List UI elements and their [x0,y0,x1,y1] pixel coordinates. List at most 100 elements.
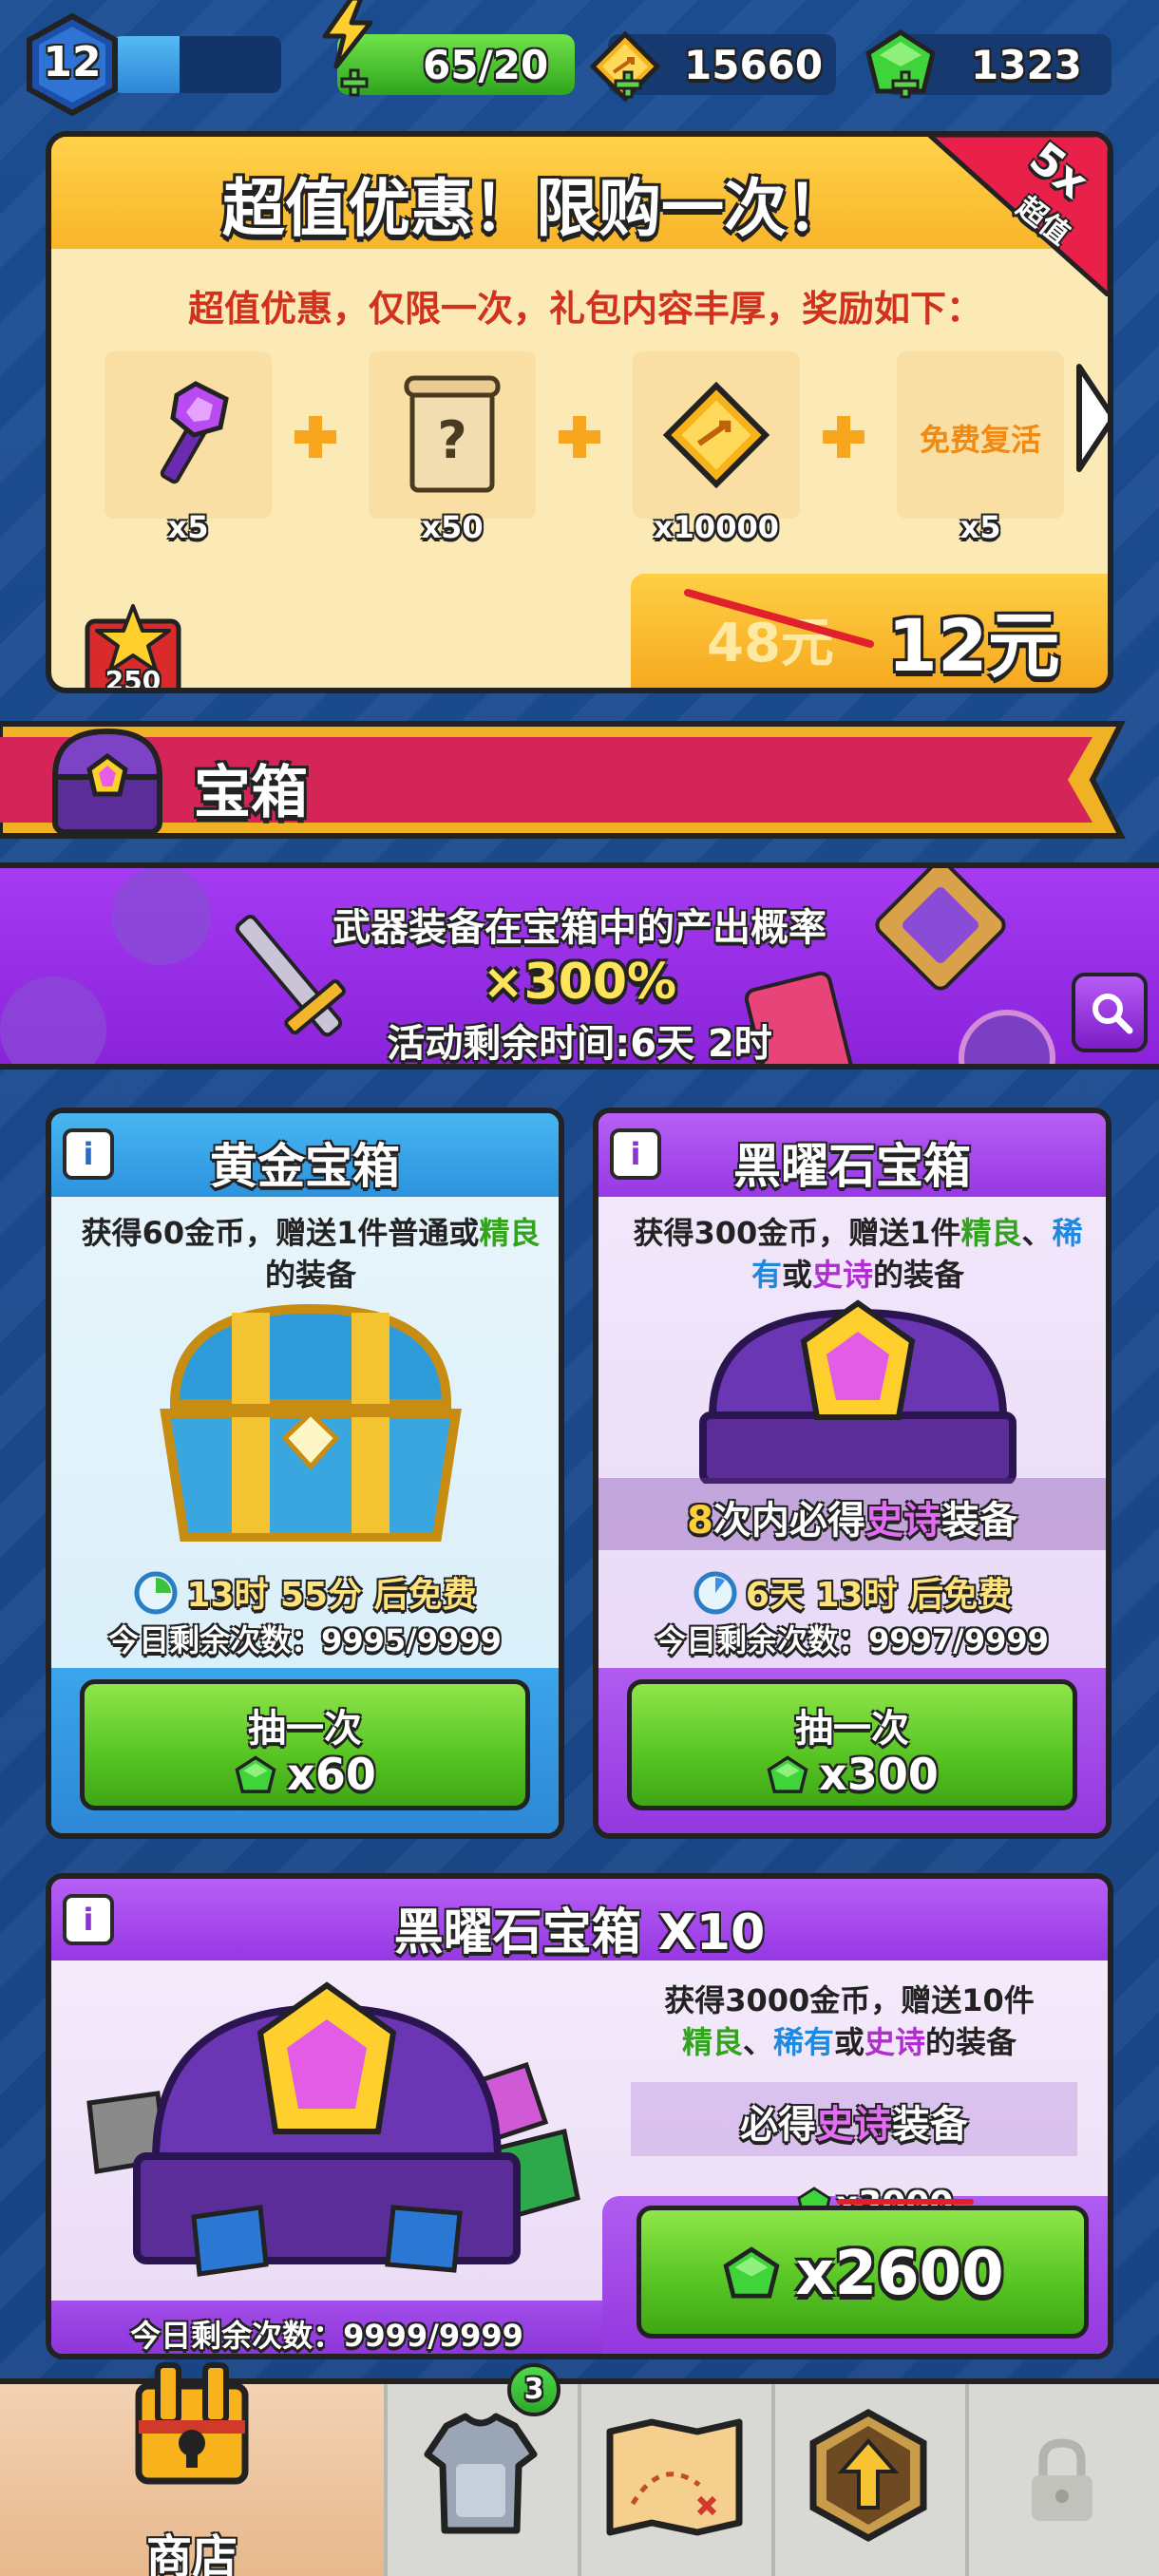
obsidian-chest-open-button[interactable]: 抽一次 x300 [627,1679,1077,1810]
obsidian-chest-timer: 6天 13时 后免费 [598,1567,1106,1617]
green-gem-icon [235,1755,276,1793]
offer-item-scroll[interactable]: ? [369,351,536,519]
offer-item-qty: x10000 [654,509,779,545]
promo-title: 武器装备在宝箱中的产出概率 [332,906,826,950]
xp-progress-bar [112,36,281,93]
armor-equipment-icon [424,2413,538,2534]
obsidian-chest-price: x300 [632,1749,1073,1800]
gold-chest-card[interactable]: i 黄金宝箱 获得60金币，赠送1件普通或精良的装备 13时 55分 后免费 今… [46,1108,564,1839]
gem-value: 1323 [971,42,1082,88]
equipment-notification-badge: 3 [507,2363,560,2416]
desc-text: 的装备 [873,1257,965,1293]
obsidian-chest-title: 黑曜石宝箱 [733,1139,971,1194]
badge-count: 3 [523,2373,544,2406]
promo-multiplier: ×300% [482,954,677,1011]
desc-text: 的装备 [264,1257,356,1293]
guarantee-end: 装备 [940,1499,1017,1543]
chest-section-header [0,721,1126,839]
energy-value: 65/20 [423,42,549,88]
coin-token-icon [662,381,770,489]
desc-text: 、 [742,2024,773,2060]
gold-chest-open-button[interactable]: 抽一次 x60 [80,1679,530,1810]
desc-text: 获得60金币，赠送1件普通或 [81,1215,480,1251]
xp-progress-fill [112,36,180,93]
lightning-energy-icon [322,0,373,69]
gold-chest-daily-count: 今日剩余次数：9995/9999 [108,1622,502,1658]
clock-icon [694,1571,737,1615]
offer-new-price: 12元 [887,603,1060,688]
guarantee-start: 必得 [740,2103,816,2147]
treasure-map-icon [606,2418,743,2536]
offer-description: 超值优惠，仅限一次，礼包内容丰厚，奖励如下： [187,288,982,330]
offer-item-key[interactable] [104,351,272,519]
quality-fine: 精良 [681,2024,743,2060]
free-revive-label: 免费复活 [919,422,1041,458]
coin-value: 15660 [684,42,824,88]
player-level: 12 [43,38,102,86]
offer-item-qty: x50 [421,509,484,545]
plus-sign-icon [294,416,336,458]
obsidian-chest-description: 获得300金币，赠送1件精良、稀有或史诗的装备 [621,1212,1094,1296]
strikethrough-line [684,589,874,648]
gold-chest-icon [160,1303,462,1542]
upgrade-arrow-icon [809,2409,927,2542]
desc-text: 获得300金币，赠送1件 [633,1215,961,1251]
timer-text: 13时 55分 后免费 [186,1576,477,1615]
obsidian-x10-price: x2600 [641,2239,1084,2309]
plus-sign-icon [559,416,600,458]
desc-text: 或 [834,2024,865,2060]
obsidian-x10-card[interactable]: i 黑曜石宝箱 X10 获得3000金币，赠送10件 精良、稀有或史诗的装备 必… [46,1873,1113,2359]
timer-text: 6天 13时 后免费 [745,1576,1013,1615]
obsidian-chest-icon [51,728,163,835]
chest-section-title: 宝箱 [194,760,308,826]
card-footer: 抽一次 x60 [51,1668,559,1833]
obsidian-x10-open-button[interactable]: x2600 [636,2206,1089,2339]
guarantee-count: 8 [687,1499,713,1543]
drop-rate-promo-banner: 武器装备在宝箱中的产出概率 ×300% 活动剩余时间:6天 2时 [0,862,1159,1070]
offer-item-qty: x5 [960,509,1001,545]
top-resource-bar: 12 65/20 15660 1323 [0,0,1159,133]
magnifier-icon [1092,994,1133,1034]
offer-item-coins[interactable] [633,351,800,519]
add-coins-icon[interactable] [614,70,642,99]
price-value: x60 [287,1749,376,1800]
add-energy-icon[interactable] [340,68,369,97]
desc-text: 或 [781,1257,812,1293]
offer-item-revive[interactable]: 免费复活 [897,351,1064,519]
special-offer-panel: 超值优惠！限购一次！ 5x 超值 超值优惠，仅限一次，礼包内容丰厚，奖励如下： … [46,131,1113,693]
quality-fine: 精良 [960,1215,1022,1251]
guarantee-end: 装备 [892,2103,968,2147]
next-arrow-icon[interactable] [1074,361,1113,475]
nav-shop-label: 商店 [145,2530,238,2576]
price-value: x2600 [795,2239,1004,2309]
green-gem-icon [723,2246,780,2299]
obsidian-chest-icon [699,1299,1016,1484]
purple-key-icon [160,381,229,484]
gold-chest-timer: 13时 55分 后免费 [51,1567,559,1617]
quality-fine: 精良 [479,1215,541,1251]
open-once-label: 抽一次 [248,1707,362,1751]
add-gems-icon[interactable] [891,70,920,99]
obsidian-x10-title: 黑曜石宝箱 X10 [393,1904,766,1961]
obsidian-guarantee-text: 8次内必得史诗装备 [598,1489,1106,1544]
obsidian-chest-daily-count: 今日剩余次数：9997/9999 [656,1622,1049,1658]
quality-epic: 史诗 [864,1499,941,1543]
obsidian-chest-card[interactable]: i 黑曜石宝箱 获得300金币，赠送1件精良、稀有或史诗的装备 8次内必得史诗装… [593,1108,1112,1839]
offer-item-qty: x5 [167,509,209,545]
gold-chest-title: 黄金宝箱 [210,1139,400,1194]
desc-text: 、 [1021,1215,1053,1251]
mystery-scroll-icon: ? [404,375,501,493]
treasure-chest-shop-icon [135,2362,249,2485]
quality-epic: 史诗 [812,1257,874,1293]
search-button[interactable] [1072,973,1148,1052]
obsidian-x10-daily-count: 今日剩余次数：9999/9999 [130,2318,523,2354]
clock-icon [134,1571,178,1615]
lock-icon [1032,2438,1092,2521]
quality-epic: 史诗 [864,2024,926,2060]
quality-epic: 史诗 [816,2103,892,2147]
obsidian-chest-bundle-icon [86,1981,580,2277]
desc-text: 获得3000金币，赠送10件 [664,1982,1035,2018]
promo-time-remaining: 活动剩余时间:6天 2时 [387,1022,772,1066]
quality-rare: 稀有 [772,2024,834,2060]
open-once-label: 抽一次 [795,1707,909,1751]
